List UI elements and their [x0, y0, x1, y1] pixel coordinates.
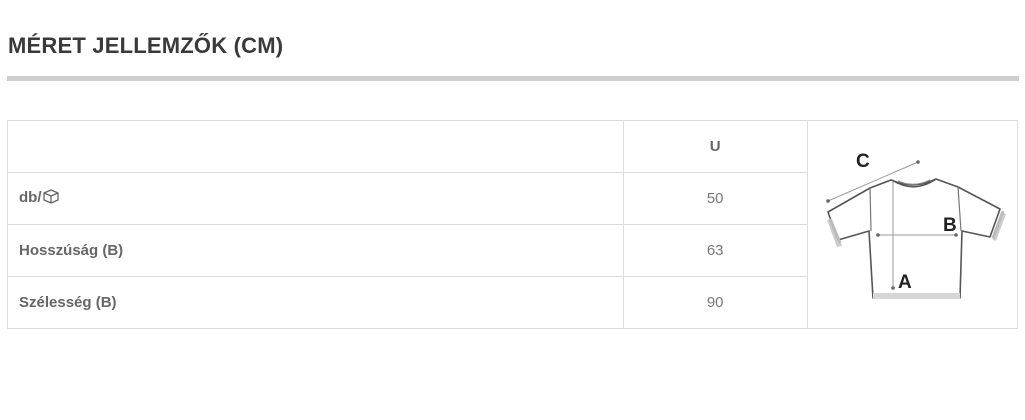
title-divider: [7, 76, 1019, 81]
row-value-width: 90: [622, 276, 808, 329]
header-label-cell: [7, 120, 624, 173]
diagram-label-b: B: [943, 215, 957, 236]
row-label-pieces: db/: [7, 172, 624, 225]
box-icon: [42, 189, 59, 208]
row-value-pieces: 50: [622, 172, 808, 225]
diagram-label-c: C: [856, 151, 870, 172]
page-title: MÉRET JELLEMZŐK (CM): [8, 33, 284, 58]
diagram-label-a: A: [898, 272, 912, 293]
tshirt-diagram-cell: C B A: [806, 120, 1019, 329]
table-header-row: U C B A: [7, 120, 1019, 329]
row-label-width: Szélesség (B): [7, 276, 624, 329]
size-table: U C B A db/ 50 Hosszúság (B) 63 Szélessé…: [7, 120, 1019, 329]
row-value-length: 63: [622, 224, 808, 277]
tshirt-diagram: C B A: [826, 151, 1007, 299]
row-label-length: Hosszúság (B): [7, 224, 624, 277]
row-label-pieces-text: db/: [19, 189, 42, 206]
header-size-u: U: [622, 120, 808, 173]
